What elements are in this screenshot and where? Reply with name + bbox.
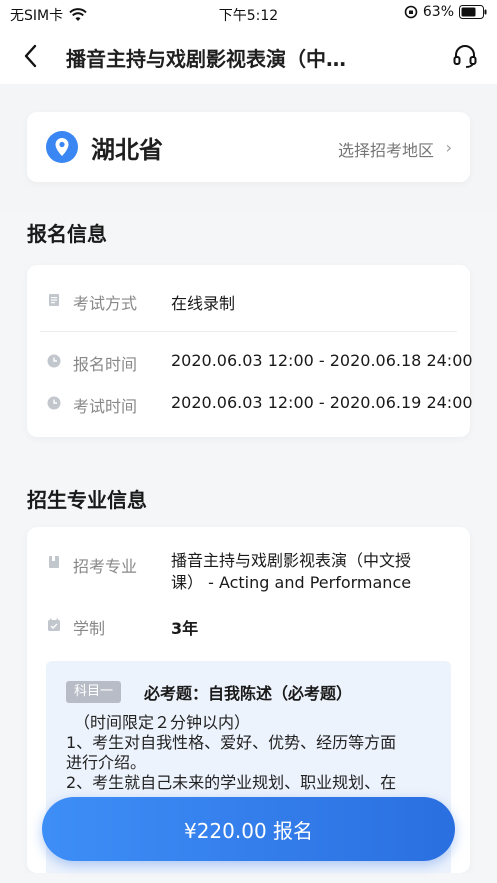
back-button[interactable] <box>16 42 44 70</box>
subject-title: 必考题：自我陈述（必考题） <box>144 684 353 703</box>
status-bar: 无SIM卡 下午5:12 63% <box>0 0 497 28</box>
exam-time-label: 考试时间 <box>73 397 138 416</box>
chevron-left-icon <box>24 44 37 68</box>
subject-tag: 科目一 <box>66 681 122 703</box>
registration-time-value: 2020.06.03 12:00 - 2020.06.18 24:00 <box>171 351 473 370</box>
battery-icon <box>459 5 487 19</box>
exam-time-value: 2020.06.03 12:00 - 2020.06.19 24:00 <box>171 393 473 412</box>
book-icon <box>49 556 59 568</box>
headset-icon <box>453 45 477 68</box>
orientation-lock-icon <box>404 5 418 19</box>
major-section-title: 招生专业信息 <box>27 488 147 512</box>
nav-bar: 播音主持与戏剧影视表演（中… <box>0 28 497 84</box>
registration-section-title: 报名信息 <box>27 222 107 246</box>
customer-service-button[interactable] <box>451 42 479 70</box>
divider <box>40 331 457 332</box>
bottom-strip <box>0 873 497 883</box>
registration-time-label: 报名时间 <box>73 355 138 374</box>
subject-description: （时间限定２分钟以内） 1、考生对自我性格、爱好、优势、经历等方面 进行介绍。 … <box>66 713 436 793</box>
major-label: 招考专业 <box>73 557 138 576</box>
subject-line: 2、考生就自己未来的学业规划、职业规划、在 <box>66 773 397 792</box>
region-name: 湖北省 <box>91 136 163 164</box>
calendar-icon <box>48 618 60 631</box>
duration-value: 3年 <box>171 619 199 638</box>
register-button[interactable]: ¥220.00 报名 <box>42 797 455 861</box>
page-title: 播音主持与戏剧影视表演（中… <box>66 47 346 71</box>
select-region-link[interactable]: 选择招考地区 <box>338 137 434 161</box>
major-value-line2: 课） - Acting and Performance <box>171 573 412 592</box>
exam-method-label: 考试方式 <box>73 294 138 313</box>
battery-percent: 63% <box>422 4 454 20</box>
registration-card: 考试方式 在线录制 报名时间 2020.06.03 12:00 - 2020.0… <box>27 265 473 437</box>
registration-time-row: 报名时间 2020.06.03 12:00 - 2020.06.18 24:00 <box>27 346 473 376</box>
document-icon <box>49 294 59 306</box>
region-card[interactable]: 湖北省 选择招考地区 › <box>27 112 470 182</box>
chevron-right-icon: › <box>445 138 452 157</box>
subject-line: 进行介绍。 <box>66 753 147 772</box>
status-right: 63% <box>404 4 487 20</box>
subject-line: （时间限定２分钟以内） <box>74 713 251 732</box>
major-value: 播音主持与戏剧影视表演（中文授 课） - Acting and Performa… <box>171 550 411 594</box>
location-pin-icon <box>46 131 78 163</box>
exam-method-value: 在线录制 <box>171 294 236 313</box>
major-row: 招考专业 播音主持与戏剧影视表演（中文授 课） - Acting and Per… <box>27 548 470 598</box>
duration-label: 学制 <box>73 619 106 638</box>
exam-time-row: 考试时间 2020.06.03 12:00 - 2020.06.19 24:00 <box>27 388 473 418</box>
clock-icon <box>47 396 61 410</box>
duration-row: 学制 3年 <box>27 610 470 640</box>
clock-icon <box>47 354 61 368</box>
major-value-line1: 播音主持与戏剧影视表演（中文授 <box>171 551 412 570</box>
subject-line: 1、考生对自我性格、爱好、优势、经历等方面 <box>66 733 397 752</box>
exam-method-row: 考试方式 在线录制 <box>27 285 470 315</box>
